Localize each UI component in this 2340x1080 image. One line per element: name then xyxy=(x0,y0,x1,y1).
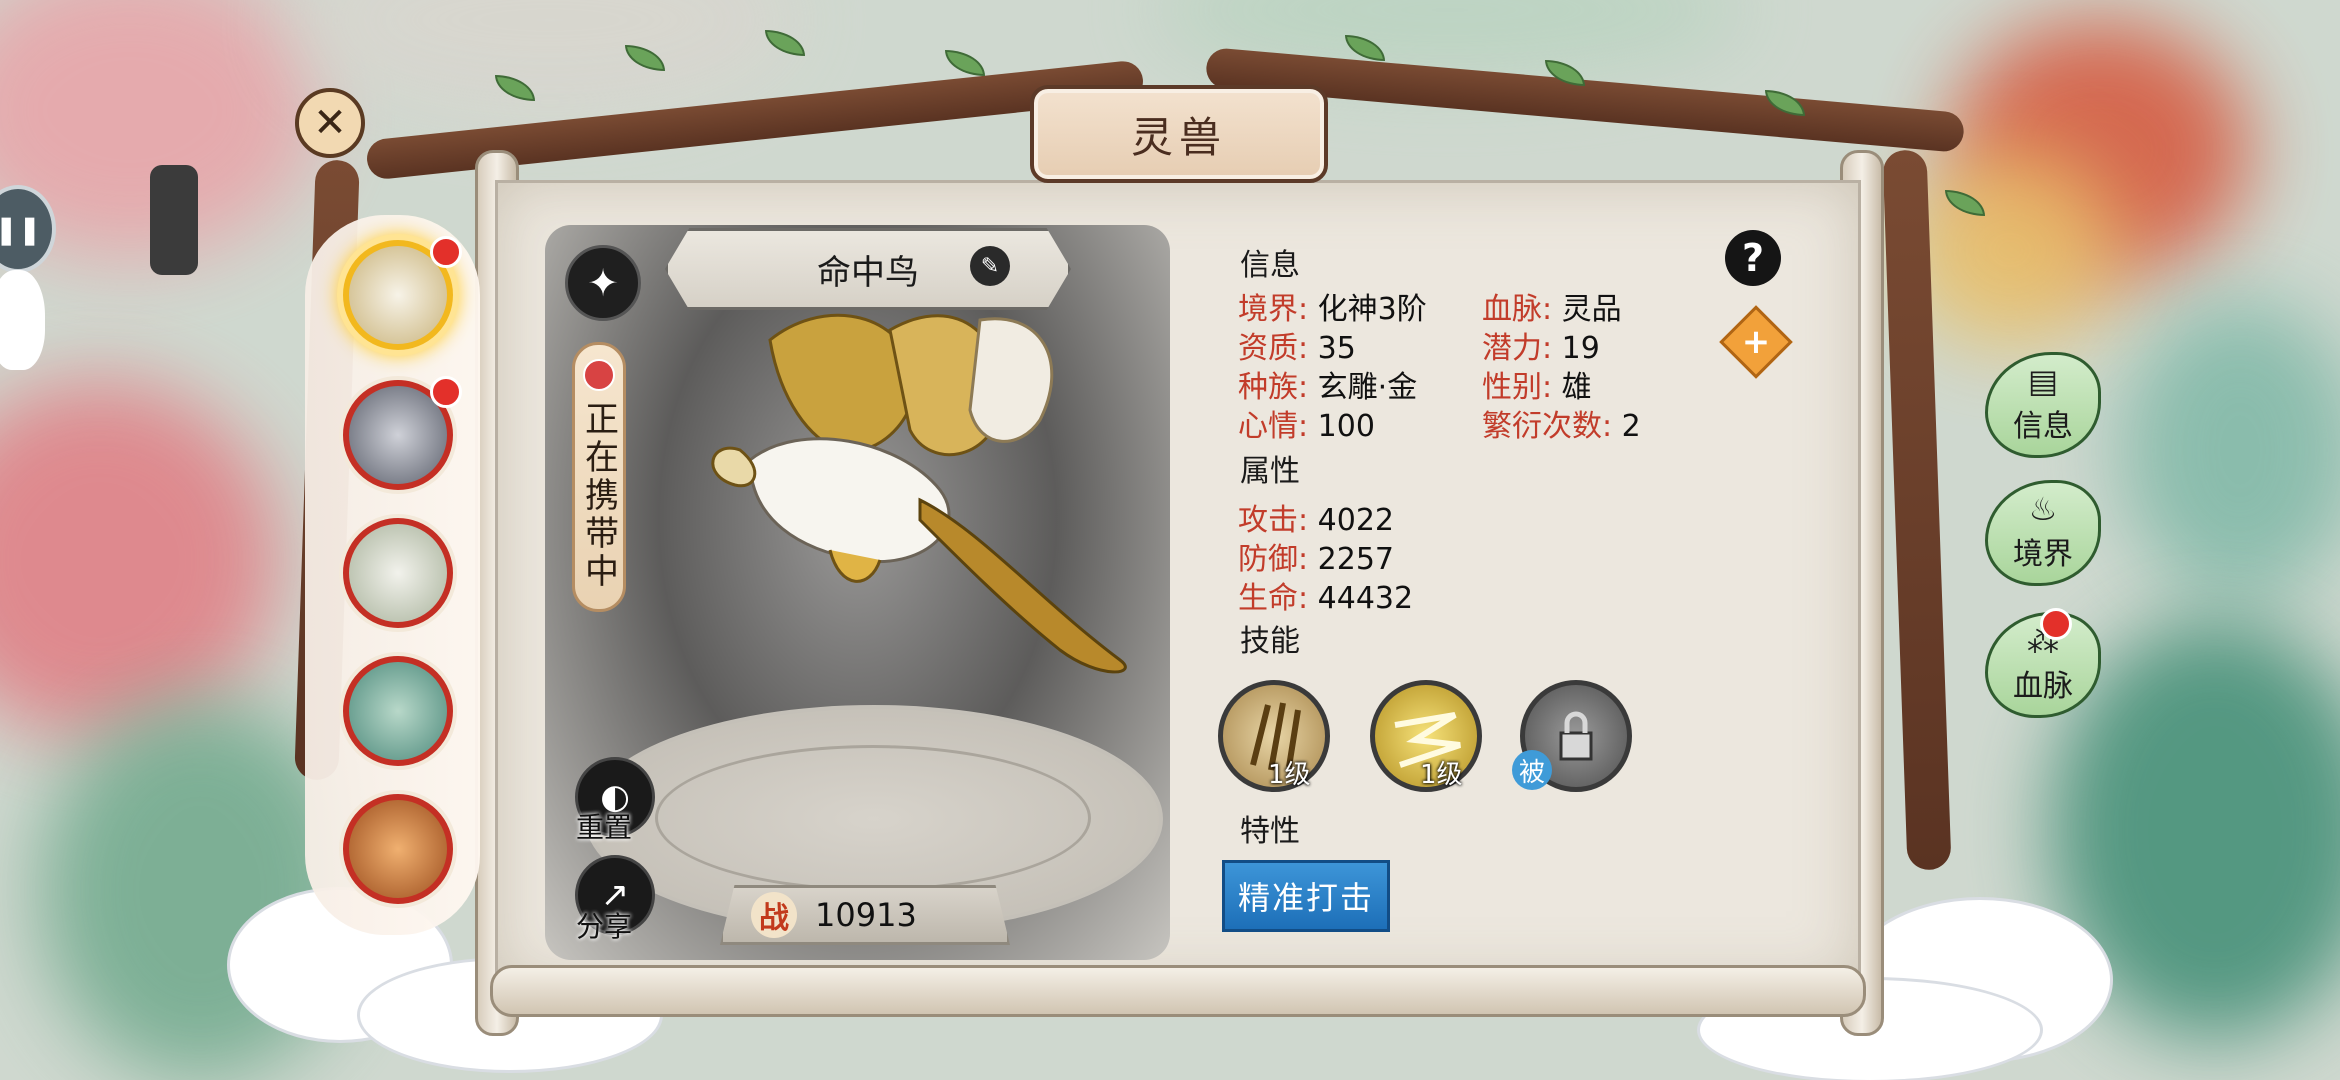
skills-section-title: 技能 xyxy=(1228,616,1448,660)
display-platform-inner xyxy=(655,745,1091,891)
carry-status-text: 正在携带中 xyxy=(578,401,619,591)
trait-button[interactable]: 精准打击 xyxy=(1222,860,1390,932)
passive-badge: 被 xyxy=(1512,750,1552,790)
skill-level: 1级 xyxy=(1268,760,1311,790)
reset-label: 重置 xyxy=(576,811,633,844)
mood-row: 心情: 100 xyxy=(1238,409,1375,444)
pet-illustration xyxy=(711,313,1127,674)
aptitude-row: 资质: 35 xyxy=(1238,331,1356,366)
favorite-star-button[interactable]: ✦ xyxy=(565,245,641,321)
window-title: 灵兽 xyxy=(1030,85,1328,183)
attack-row: 攻击: 4022 xyxy=(1238,503,1395,538)
pet-thumbnail[interactable] xyxy=(343,518,453,628)
potential-row: 潜力: 19 xyxy=(1482,331,1600,366)
combat-power-icon: 战 xyxy=(751,892,797,938)
edit-name-icon[interactable]: ✎ xyxy=(970,246,1010,286)
bloodline-row: 血脉: 灵品 xyxy=(1482,292,1622,327)
skill-level: 1级 xyxy=(1420,760,1463,790)
combat-power-bar: 战 10913 xyxy=(720,885,1010,945)
attributes-section-title: 属性 xyxy=(1228,446,1448,490)
defense-row: 防御: 2257 xyxy=(1238,542,1395,577)
chat-icon: ❚❚ xyxy=(0,212,42,246)
flame-icon: ♨ xyxy=(2028,490,2058,528)
notification-dot xyxy=(430,376,462,408)
help-icon[interactable]: ? xyxy=(1725,230,1781,286)
notification-dot xyxy=(430,236,462,268)
info-section-title: 信息 xyxy=(1228,240,1448,284)
traits-section-title: 特性 xyxy=(1228,806,1448,850)
notification-dot xyxy=(2040,608,2072,640)
mascot-cat xyxy=(0,270,45,370)
sparkle-icon: ✦ xyxy=(587,261,619,305)
pet-name: 命中鸟 xyxy=(665,228,1071,310)
lantern-decoration xyxy=(150,165,198,275)
breed-count-row: 繁衍次数: 2 xyxy=(1482,409,1641,444)
hp-row: 生命: 44432 xyxy=(1238,581,1414,616)
combat-power-value: 10913 xyxy=(815,896,917,934)
share-label: 分享 xyxy=(576,910,633,943)
close-button[interactable]: ✕ xyxy=(295,88,365,158)
pet-thumbnail[interactable] xyxy=(343,794,453,904)
scroll-icon: ▤ xyxy=(2027,362,2059,400)
realm-row: 境界: 化神3阶 xyxy=(1238,292,1427,327)
carry-status-tag: 正在携带中 xyxy=(572,342,626,612)
pet-thumbnail[interactable] xyxy=(343,656,453,766)
scroll-roller-bottom xyxy=(490,965,1866,1017)
race-row: 种族: 玄雕·金 xyxy=(1238,370,1418,405)
heart-icon xyxy=(583,359,615,391)
close-icon: ✕ xyxy=(313,100,347,146)
gender-row: 性别: 雄 xyxy=(1482,370,1592,405)
